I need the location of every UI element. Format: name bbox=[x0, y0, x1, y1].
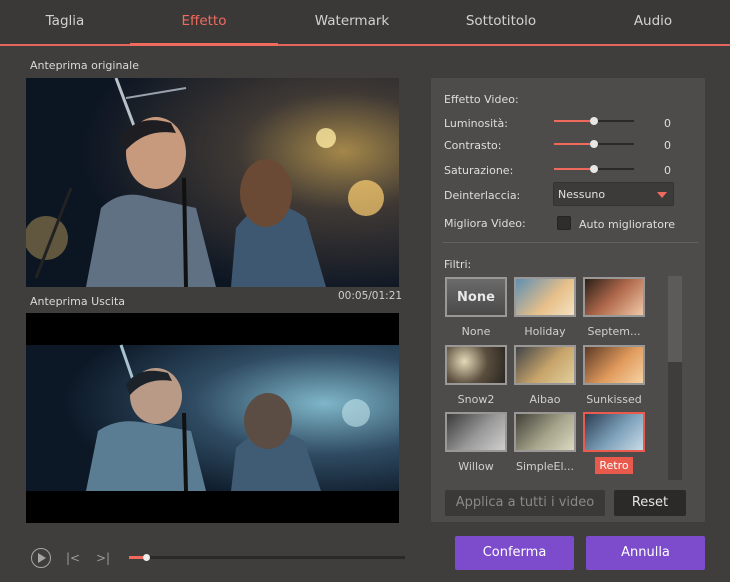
filter-name: Holiday bbox=[524, 325, 566, 338]
filters-title: Filtri: bbox=[444, 258, 472, 271]
tab-audio[interactable]: Audio bbox=[576, 0, 730, 44]
tab-effetto[interactable]: Effetto bbox=[130, 0, 278, 46]
original-preview-label: Anteprima originale bbox=[30, 59, 139, 72]
filter-name: SimpleEl... bbox=[515, 460, 575, 473]
saturation-slider[interactable] bbox=[554, 162, 634, 176]
apply-all-button[interactable]: Applica a tutti i video bbox=[445, 490, 605, 516]
filter-retro[interactable]: Retro bbox=[582, 411, 648, 474]
cancel-button[interactable]: Annulla bbox=[586, 536, 705, 570]
filters-scrollbar[interactable] bbox=[668, 276, 682, 480]
deinterlace-value: Nessuno bbox=[558, 188, 606, 201]
panel-divider bbox=[443, 242, 698, 243]
filter-name: Retro bbox=[595, 457, 633, 474]
filter-sunkissed[interactable]: Sunkissed bbox=[582, 344, 648, 406]
deinterlace-select[interactable]: Nessuno bbox=[553, 182, 674, 206]
output-preview-label: Anteprima Uscita bbox=[30, 295, 126, 308]
filter-name: Snow2 bbox=[457, 393, 495, 406]
filter-aibao[interactable]: Aibao bbox=[513, 344, 579, 406]
deinterlace-label: Deinterlaccia: bbox=[444, 189, 521, 202]
filter-none-thumb-text: None bbox=[457, 289, 495, 305]
output-preview-video bbox=[26, 313, 399, 523]
contrast-slider[interactable] bbox=[554, 137, 634, 151]
enhance-label: Migliora Video: bbox=[444, 217, 526, 230]
filter-simpleelegant[interactable]: SimpleEl... bbox=[513, 411, 579, 473]
chevron-down-icon bbox=[657, 192, 667, 198]
filter-september[interactable]: Septem... bbox=[582, 276, 648, 338]
brightness-slider[interactable] bbox=[554, 114, 634, 128]
reset-button[interactable]: Reset bbox=[614, 490, 686, 516]
filter-none[interactable]: None None bbox=[444, 276, 510, 338]
saturation-value: 0 bbox=[664, 164, 671, 177]
contrast-value: 0 bbox=[664, 139, 671, 152]
original-preview-video bbox=[26, 78, 399, 287]
video-effect-title: Effetto Video: bbox=[444, 93, 519, 106]
filter-grid: None None Holiday Septem... Snow2 Aibao … bbox=[443, 276, 661, 480]
brightness-label: Luminosità: bbox=[444, 117, 508, 130]
brightness-value: 0 bbox=[664, 117, 671, 130]
auto-enhance-checkbox[interactable] bbox=[557, 216, 571, 230]
tab-watermark[interactable]: Watermark bbox=[278, 0, 426, 44]
filter-willow[interactable]: Willow bbox=[444, 411, 510, 473]
filter-name: None bbox=[461, 325, 491, 338]
tab-taglia[interactable]: Taglia bbox=[0, 0, 130, 44]
confirm-button[interactable]: Conferma bbox=[455, 536, 574, 570]
saturation-label: Saturazione: bbox=[444, 164, 514, 177]
filter-name: Aibao bbox=[529, 393, 561, 406]
filter-name: Willow bbox=[458, 460, 494, 473]
tab-sottotitolo[interactable]: Sottotitolo bbox=[426, 0, 576, 44]
next-icon[interactable]: >| bbox=[96, 551, 110, 565]
tab-bar: Taglia Effetto Watermark Sottotitolo Aud… bbox=[0, 0, 730, 46]
contrast-label: Contrasto: bbox=[444, 139, 502, 152]
play-icon[interactable] bbox=[31, 548, 51, 568]
preview-time: 00:05/01:21 bbox=[338, 290, 403, 302]
auto-enhance-label: Auto miglioratore bbox=[579, 218, 675, 231]
seek-handle[interactable] bbox=[142, 554, 150, 561]
filter-name: Septem... bbox=[587, 325, 641, 338]
filter-name: Sunkissed bbox=[586, 393, 642, 406]
filter-snow2[interactable]: Snow2 bbox=[444, 344, 510, 406]
filter-holiday[interactable]: Holiday bbox=[513, 276, 579, 338]
seek-bar[interactable] bbox=[129, 554, 405, 561]
previous-icon[interactable]: |< bbox=[66, 551, 80, 565]
